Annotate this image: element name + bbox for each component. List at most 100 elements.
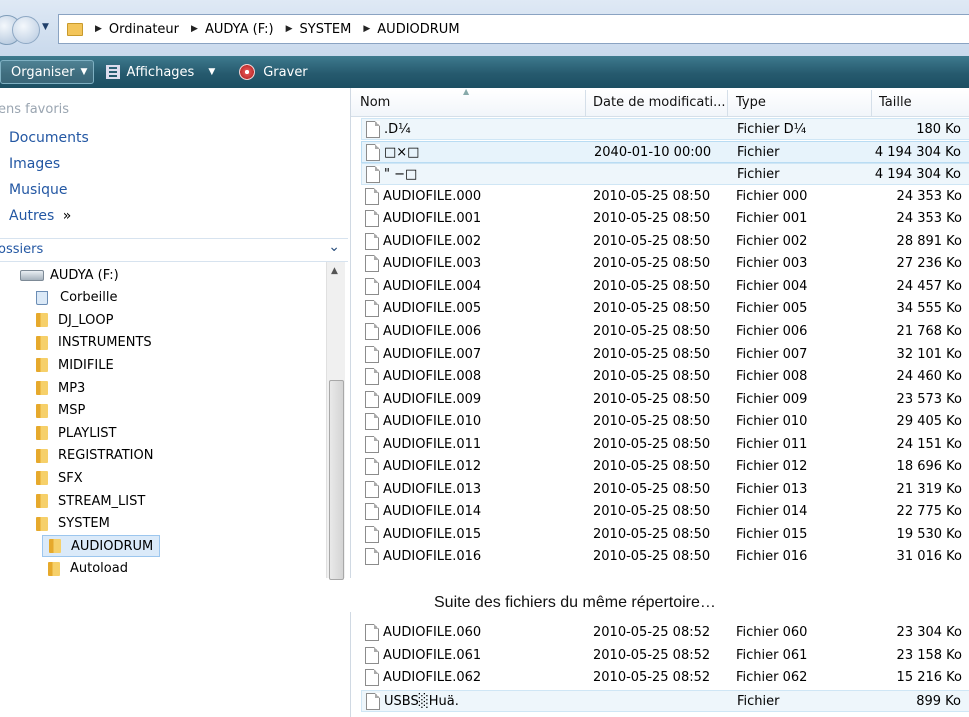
file-row[interactable]: AUDIOFILE.005 2010-05-25 08:50 Fichier 005… — [361, 298, 969, 320]
file-row[interactable]: AUDIOFILE.011 2010-05-25 08:50 Fichier 011… — [361, 434, 969, 456]
breadcrumb[interactable]: ▶ Ordinateur ▶ AUDYA (F:) ▶ SYSTEM ▶ AUD… — [58, 14, 969, 44]
burn-button[interactable]: Graver — [219, 60, 311, 84]
file-size: 24 353 Ko — [896, 188, 962, 204]
file-type: Fichier — [737, 167, 780, 183]
tree-item-midifile[interactable]: MIDIFILE — [0, 354, 326, 376]
file-type: Fichier 060 — [736, 625, 808, 640]
file-row[interactable]: .D¼ Fichier D¼ 180 Ko — [361, 118, 969, 140]
sort-ascending-icon: ▲ — [463, 87, 470, 96]
file-icon — [365, 210, 379, 228]
file-row[interactable]: USBS░Huä. Fichier 899 Ko — [361, 689, 969, 712]
tree-item-playlist[interactable]: PLAYLIST — [0, 422, 326, 444]
file-size: 21 768 Ko — [896, 323, 962, 339]
file-row[interactable]: □×□ 2040-01-10 00:00 Fichier 4 194 304 Ko — [361, 140, 969, 163]
file-row[interactable]: AUDIOFILE.000 2010-05-25 08:50 Fichier 000… — [361, 186, 969, 208]
breadcrumb-separator-icon[interactable]: ▶ — [95, 24, 102, 34]
file-size: 180 Ko — [916, 122, 961, 137]
file-row[interactable]: " −□ Fichier 4 194 304 Ko — [361, 163, 969, 186]
views-button[interactable]: Affichages ▼ — [94, 60, 219, 84]
breadcrumb-separator-icon[interactable]: ▶ — [191, 24, 198, 34]
breadcrumb-system[interactable]: SYSTEM — [300, 22, 352, 37]
tree-item-audya-f[interactable]: AUDYA (F:) — [0, 264, 326, 286]
column-size[interactable]: Taille — [879, 95, 912, 110]
file-type: Fichier — [737, 144, 780, 160]
caption: Suite des fichiers du même répertoire… — [434, 594, 716, 611]
favorite-music[interactable]: Musique — [9, 182, 68, 198]
forward-button[interactable] — [12, 16, 40, 44]
tree-item-mp3[interactable]: MP3 — [0, 377, 326, 399]
file-row[interactable]: AUDIOFILE.004 2010-05-25 08:50 Fichier 004… — [361, 276, 969, 298]
organise-button[interactable]: Organiser ▼ — [0, 60, 95, 84]
breadcrumb-audiodrum[interactable]: AUDIODRUM — [377, 22, 459, 37]
file-type: Fichier 010 — [736, 414, 808, 430]
file-icon — [365, 277, 379, 295]
tree-item-label: AUDYA (F:) — [50, 267, 119, 283]
file-row[interactable]: AUDIOFILE.016 2010-05-25 08:50 Fichier 016… — [361, 546, 969, 568]
file-size: 4 194 304 Ko — [874, 144, 961, 160]
file-row[interactable]: AUDIOFILE.010 2010-05-25 08:50 Fichier 010… — [361, 411, 969, 433]
burn-disc-icon — [239, 64, 256, 80]
column-type[interactable]: Type — [736, 95, 766, 110]
column-divider[interactable] — [727, 90, 728, 116]
chevron-down-icon[interactable]: ⌄ — [328, 239, 340, 255]
file-icon — [366, 166, 380, 184]
dropdown-arrow-icon[interactable]: ▼ — [208, 67, 215, 77]
breadcrumb-computer[interactable]: Ordinateur — [109, 22, 179, 37]
file-date: 2010-05-25 08:52 — [593, 670, 711, 685]
file-date: 2010-05-25 08:50 — [593, 414, 711, 430]
favorite-images[interactable]: Images — [9, 156, 60, 172]
file-type: Fichier 011 — [736, 436, 808, 452]
file-icon — [365, 669, 379, 686]
scroll-up-arrow-icon[interactable]: ▲ — [331, 266, 338, 276]
column-name[interactable]: Nom — [360, 95, 390, 110]
file-row[interactable]: AUDIOFILE.060 2010-05-25 08:52 Fichier 060… — [361, 622, 969, 644]
file-row[interactable]: AUDIOFILE.009 2010-05-25 08:50 Fichier 009… — [361, 389, 969, 411]
breadcrumb-separator-icon[interactable]: ▶ — [286, 24, 293, 34]
tree-item-sfx[interactable]: SFX — [0, 467, 326, 489]
file-name: AUDIOFILE.060 — [383, 625, 482, 640]
file-size: 24 460 Ko — [896, 369, 962, 385]
file-type: Fichier 004 — [736, 278, 808, 294]
column-divider[interactable] — [871, 90, 872, 116]
command-toolbar: Organiser ▼ Affichages ▼ Graver — [0, 56, 969, 88]
file-date: 2010-05-25 08:50 — [593, 369, 711, 385]
tree-item-dj-loop[interactable]: DJ_LOOP — [0, 309, 326, 331]
file-row[interactable]: AUDIOFILE.012 2010-05-25 08:50 Fichier 012… — [361, 456, 969, 478]
breadcrumb-drive[interactable]: AUDYA (F:) — [205, 22, 274, 37]
file-row[interactable]: AUDIOFILE.001 2010-05-25 08:50 Fichier 001… — [361, 208, 969, 230]
tree-item-audiodrum[interactable]: AUDIODRUM — [42, 535, 160, 558]
file-row[interactable]: AUDIOFILE.007 2010-05-25 08:50 Fichier 007… — [361, 344, 969, 366]
tree-item-msp[interactable]: MSP — [0, 400, 326, 422]
file-row[interactable]: AUDIOFILE.061 2010-05-25 08:52 Fichier 061… — [361, 645, 969, 667]
column-date[interactable]: Date de modificati... — [593, 95, 725, 110]
tree-item-instruments[interactable]: INSTRUMENTS — [0, 332, 326, 354]
file-row[interactable]: AUDIOFILE.003 2010-05-25 08:50 Fichier 003… — [361, 253, 969, 275]
tree-item-autoload[interactable]: Autoload — [0, 558, 326, 580]
file-row[interactable]: AUDIOFILE.006 2010-05-25 08:50 Fichier 006… — [361, 321, 969, 343]
column-divider[interactable] — [585, 90, 586, 116]
file-row[interactable]: AUDIOFILE.062 2010-05-25 08:52 Fichier 062… — [361, 667, 969, 689]
file-row[interactable]: AUDIOFILE.014 2010-05-25 08:50 Fichier 014… — [361, 501, 969, 523]
tree-item-corbeille[interactable]: Corbeille — [0, 287, 326, 309]
favorite-more[interactable]: Autres » — [9, 208, 71, 224]
file-row[interactable]: AUDIOFILE.002 2010-05-25 08:50 Fichier 002… — [361, 231, 969, 253]
burn-label: Graver — [263, 64, 308, 80]
file-icon — [365, 646, 379, 664]
folder-icon — [36, 448, 48, 463]
file-date: 2010-05-25 08:50 — [593, 301, 711, 317]
tree-scrollbar[interactable]: ▲ — [326, 262, 345, 580]
recent-pages-chevron-icon[interactable]: ▼ — [42, 22, 49, 32]
address-bar: ▼ ▶ Ordinateur ▶ AUDYA (F:) ▶ SYSTEM ▶ A… — [0, 0, 969, 56]
file-row[interactable]: AUDIOFILE.013 2010-05-25 08:50 Fichier 013… — [361, 479, 969, 501]
favorite-documents[interactable]: Documents — [9, 130, 89, 146]
tree-item-registration[interactable]: REGISTRATION — [0, 445, 326, 467]
file-row[interactable]: AUDIOFILE.015 2010-05-25 08:50 Fichier 015… — [361, 524, 969, 546]
scrollbar-thumb[interactable] — [329, 380, 344, 580]
file-icon — [365, 322, 379, 340]
tree-item-system[interactable]: SYSTEM — [0, 513, 326, 535]
tree-item-stream-list[interactable]: STREAM_LIST — [0, 490, 326, 512]
folder-icon — [36, 358, 48, 373]
file-row[interactable]: AUDIOFILE.008 2010-05-25 08:50 Fichier 008… — [361, 366, 969, 388]
folders-header[interactable]: ossiers ⌄ — [0, 238, 348, 262]
breadcrumb-separator-icon[interactable]: ▶ — [363, 24, 370, 34]
